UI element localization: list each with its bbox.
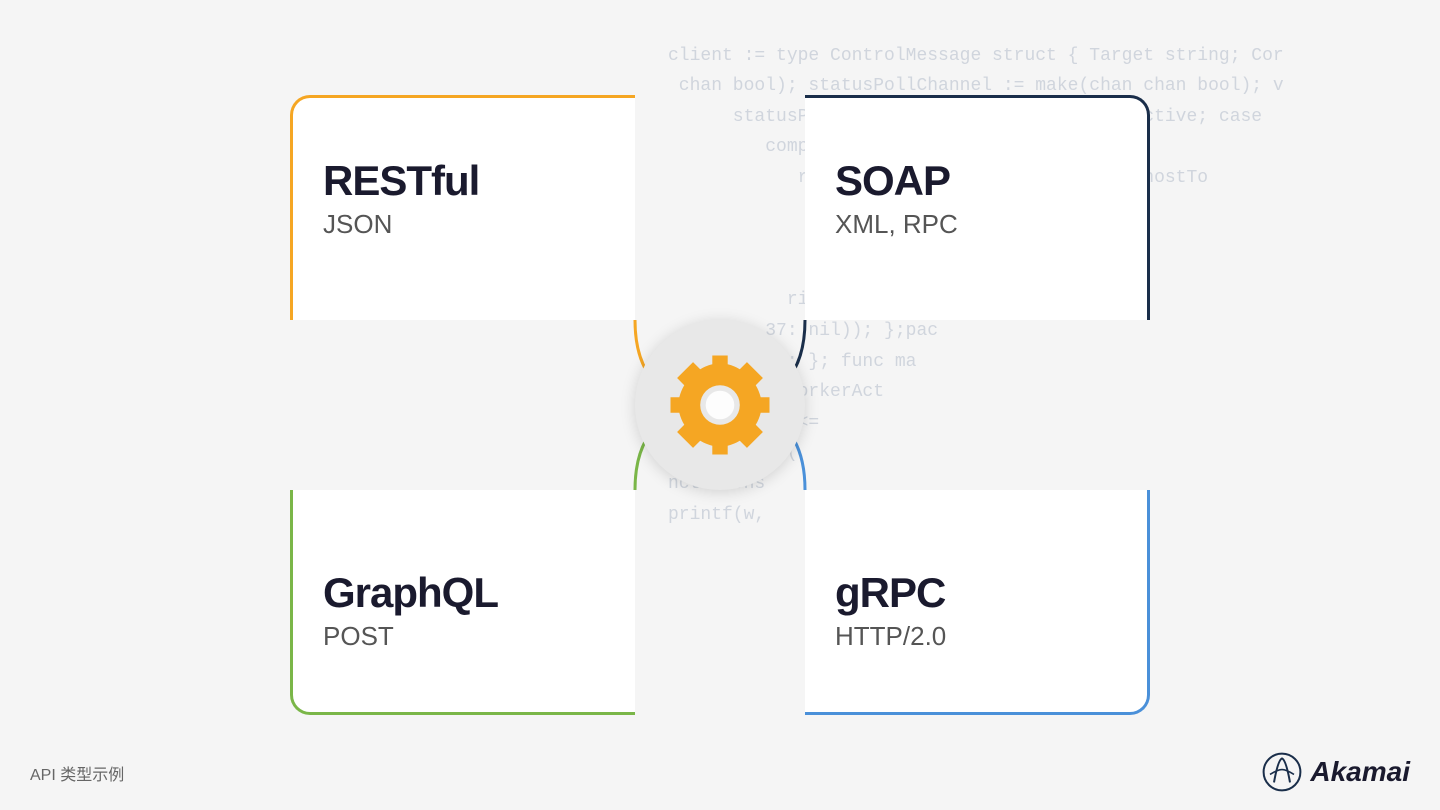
akamai-logo: Akamai (1262, 752, 1410, 792)
diagram-container: RESTful JSON SOAP XML, RPC GraphQL POST … (290, 95, 1150, 715)
main-content: RESTful JSON SOAP XML, RPC GraphQL POST … (0, 0, 1440, 810)
graphql-title: GraphQL (323, 570, 605, 616)
akamai-logo-text: Akamai (1310, 756, 1410, 788)
quadrant-restful: RESTful JSON (290, 95, 635, 320)
center-gear-circle (635, 320, 805, 490)
grpc-subtitle: HTTP/2.0 (835, 621, 1117, 652)
quadrant-soap: SOAP XML, RPC (805, 95, 1150, 320)
gear-icon (665, 350, 775, 460)
akamai-logo-icon (1262, 752, 1302, 792)
restful-title: RESTful (323, 158, 605, 204)
quadrant-graphql: GraphQL POST (290, 490, 635, 715)
restful-subtitle: JSON (323, 209, 605, 240)
grpc-title: gRPC (835, 570, 1117, 616)
quadrant-grpc: gRPC HTTP/2.0 (805, 490, 1150, 715)
caption: API 类型示例 (30, 761, 124, 785)
graphql-subtitle: POST (323, 621, 605, 652)
soap-title: SOAP (835, 158, 1117, 204)
soap-subtitle: XML, RPC (835, 209, 1117, 240)
